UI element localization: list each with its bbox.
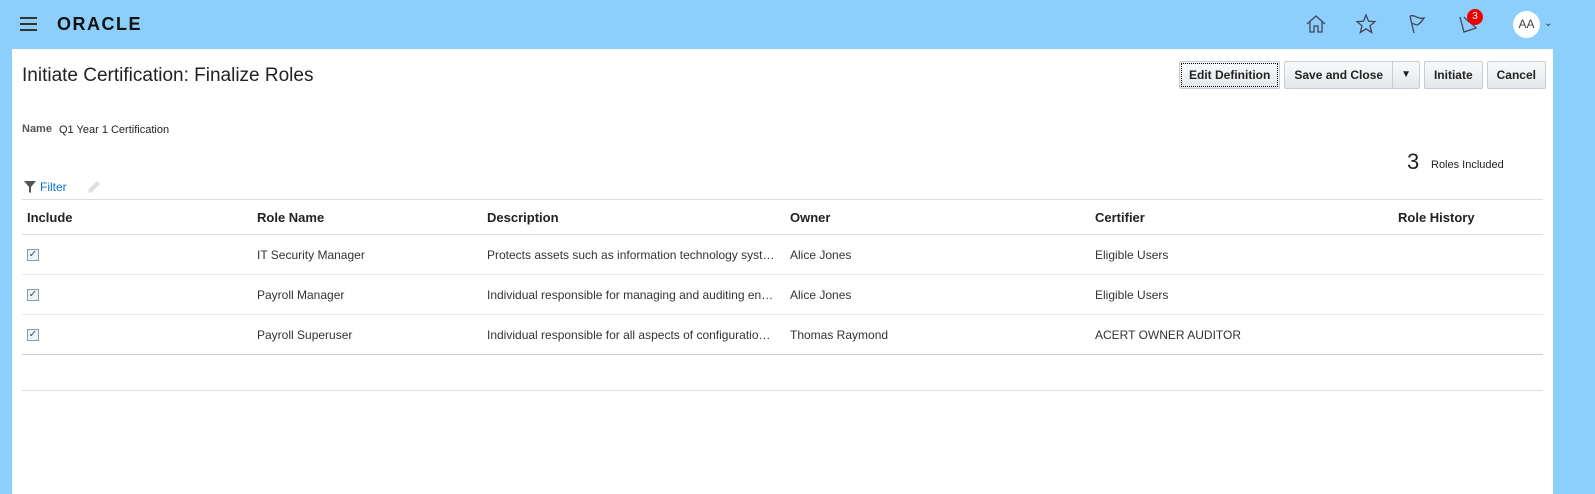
role-description: Individual responsible for managing and … [482,274,785,315]
user-avatar[interactable]: AA [1513,11,1540,38]
name-value: Q1 Year 1 Certification [59,124,170,136]
role-owner: Alice Jones [785,234,1090,275]
role-description: Individual responsible for all aspects o… [482,314,785,355]
dropdown-arrow-icon[interactable]: ▼ [1392,62,1419,88]
filter-button[interactable]: Filter [24,180,67,194]
edit-definition-button[interactable]: Edit Definition [1179,61,1281,89]
roles-count: 3 [1407,149,1420,174]
role-name: Payroll Manager [252,274,482,315]
main-panel: Initiate Certification: Finalize Roles E… [12,49,1553,494]
include-checkbox[interactable]: ✓ [27,288,39,301]
toolbar: Edit Definition Save and Close ▼ Initiate… [1179,61,1546,89]
include-checkbox[interactable]: ✓ [27,328,39,341]
save-and-close-button[interactable]: Save and Close ▼ [1284,61,1420,89]
role-name: Payroll Superuser [252,314,482,355]
column-header[interactable]: Role Name [252,199,482,235]
role-description: Protects assets such as information tech… [482,234,785,275]
role-owner: Alice Jones [785,274,1090,315]
column-header[interactable]: Certifier [1090,199,1393,235]
notification-badge: 3 [1467,9,1483,25]
top-bar: ORACLE 3 AA ⌄ [0,0,1595,49]
column-header[interactable]: Include [22,199,252,235]
column-header[interactable]: Owner [785,199,1090,235]
include-checkbox[interactable]: ✓ [27,248,39,261]
role-owner: Thomas Raymond [785,314,1090,355]
column-header[interactable]: Role History [1393,199,1543,235]
role-history [1393,314,1543,355]
flag-icon[interactable] [1405,12,1429,36]
roles-included-label: Roles Included [1431,159,1504,171]
chevron-down-icon[interactable]: ⌄ [1544,18,1552,29]
page-title: Initiate Certification: Finalize Roles [22,65,314,86]
table-header: Include Role Name Description Owner Cert… [22,199,1543,235]
edit-pencil-icon[interactable] [86,179,102,195]
column-header[interactable]: Description [482,199,785,235]
save-and-close-label[interactable]: Save and Close [1285,62,1392,88]
oracle-logo[interactable]: ORACLE [57,14,142,35]
filter-icon [24,181,36,193]
role-certifier: Eligible Users [1090,274,1393,315]
role-history [1393,274,1543,315]
table-row[interactable]: ✓ Payroll Superuser Individual responsib… [22,314,1543,355]
roles-table: Include Role Name Description Owner Cert… [22,199,1543,355]
filter-label: Filter [40,180,67,194]
table-row[interactable]: ✓ Payroll Manager Individual responsible… [22,274,1543,315]
menu-icon[interactable] [20,17,37,31]
role-certifier: Eligible Users [1090,234,1393,275]
role-name: IT Security Manager [252,234,482,275]
cancel-button[interactable]: Cancel [1486,61,1546,89]
table-footer-divider [22,390,1543,391]
initiate-button[interactable]: Initiate [1423,61,1483,89]
table-row[interactable]: ✓ IT Security Manager Protects assets su… [22,234,1543,275]
name-label: Name [22,123,52,135]
favorites-star-icon[interactable] [1354,12,1378,36]
role-history [1393,234,1543,275]
role-certifier: ACERT OWNER AUDITOR [1090,314,1393,355]
home-icon[interactable] [1304,12,1328,36]
